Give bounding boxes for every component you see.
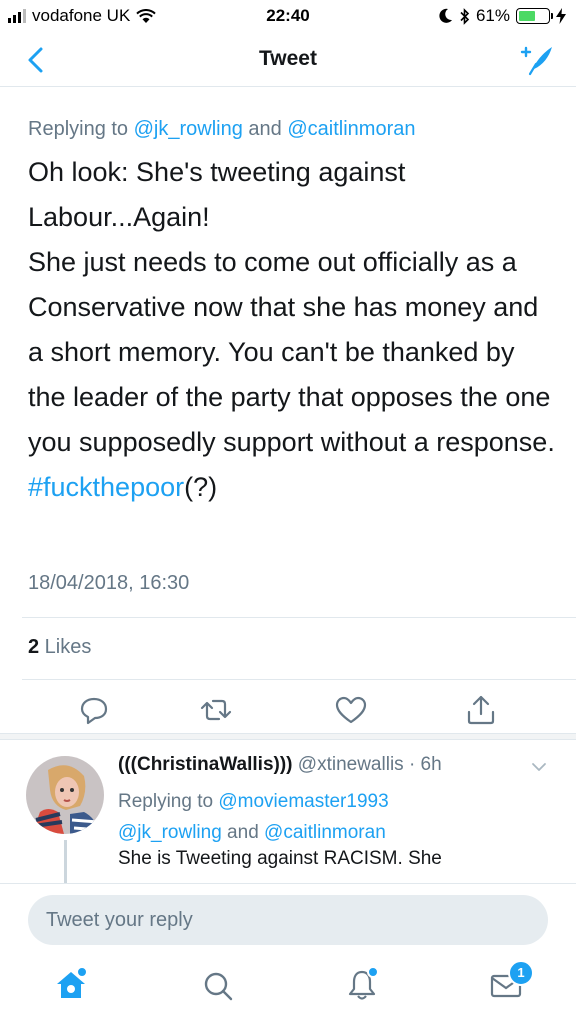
- notification-dot: [367, 966, 379, 978]
- moon-icon: [439, 8, 452, 23]
- messages-badge: 1: [508, 960, 534, 986]
- reply-text: She is Tweeting against RACISM. She: [118, 848, 442, 869]
- section-divider: [0, 733, 576, 740]
- replying-and: and: [221, 822, 265, 843]
- chevron-down-icon[interactable]: [530, 760, 548, 774]
- handle-time: @xtinewallis · 6h: [292, 754, 442, 775]
- divider: [22, 617, 576, 618]
- reply-bar: Tweet your reply: [0, 883, 576, 957]
- notification-dot: [76, 966, 88, 978]
- status-right-group: 61%: [439, 6, 566, 26]
- tab-search[interactable]: [198, 964, 238, 1004]
- mention-link[interactable]: @jk_rowling: [118, 822, 222, 843]
- reply-icon[interactable]: [74, 692, 114, 728]
- charging-bolt-icon: [556, 8, 566, 24]
- mention-link[interactable]: @jk_rowling: [134, 118, 243, 140]
- tab-notifications[interactable]: [342, 964, 382, 1004]
- user-name[interactable]: (((ChristinaWallis))): [118, 754, 293, 775]
- battery-percent: 61%: [475, 6, 510, 25]
- likes-count[interactable]: 2 Likes: [28, 636, 91, 659]
- status-bar: vodafone UK 22:40 61%: [0, 0, 576, 34]
- tweet-text: Oh look: She's tweeting against Labour..…: [28, 150, 558, 510]
- likes-number: 2: [28, 636, 40, 658]
- replying-to: Replying to @jk_rowling and @caitlinmora…: [28, 118, 415, 141]
- divider: [22, 679, 576, 680]
- nav-bar: Tweet: [0, 34, 576, 87]
- mention-link[interactable]: @caitlinmoran: [264, 822, 386, 843]
- page-title: Tweet: [259, 47, 317, 70]
- thread-line: [64, 840, 67, 883]
- retweet-icon[interactable]: [196, 692, 236, 728]
- replying-and: and: [242, 118, 288, 140]
- search-icon: [204, 972, 233, 1001]
- compose-tweet-icon[interactable]: [518, 42, 556, 78]
- tab-messages[interactable]: 1: [486, 960, 534, 1004]
- bluetooth-icon: [460, 7, 470, 25]
- tweet-line: She just needs to come out officially as…: [28, 240, 558, 510]
- tweet-line: Oh look: She's tweeting against Labour..…: [28, 157, 406, 232]
- mention-link[interactable]: @moviemaster1993: [218, 791, 388, 812]
- reply-header: (((ChristinaWallis))) @xtinewallis · 6h: [118, 754, 442, 776]
- hashtag-link[interactable]: #fuckthepoor: [28, 472, 184, 502]
- heart-icon[interactable]: [331, 692, 371, 728]
- battery-icon: [516, 8, 553, 24]
- avatar[interactable]: [26, 756, 104, 834]
- tweet-actions: [0, 692, 576, 728]
- replying-prefix: Replying to: [118, 791, 219, 812]
- share-icon[interactable]: [461, 692, 501, 728]
- replying-to: Replying to @moviemaster1993 @jk_rowling…: [118, 786, 558, 848]
- tweet-line-text: She just needs to come out officially as…: [28, 247, 555, 457]
- reply-input[interactable]: Tweet your reply: [28, 895, 548, 945]
- mention-link[interactable]: @caitlinmoran: [287, 118, 415, 140]
- tab-bar: 1: [0, 956, 576, 1024]
- tab-home[interactable]: [51, 964, 91, 1004]
- hashtag-suffix: (?): [184, 472, 218, 502]
- tweet-timestamp: 18/04/2018, 16:30: [28, 572, 190, 594]
- likes-label: Likes: [39, 636, 92, 658]
- replying-prefix: Replying to: [28, 118, 134, 140]
- reply-tweet[interactable]: (((ChristinaWallis))) @xtinewallis · 6h …: [0, 740, 576, 883]
